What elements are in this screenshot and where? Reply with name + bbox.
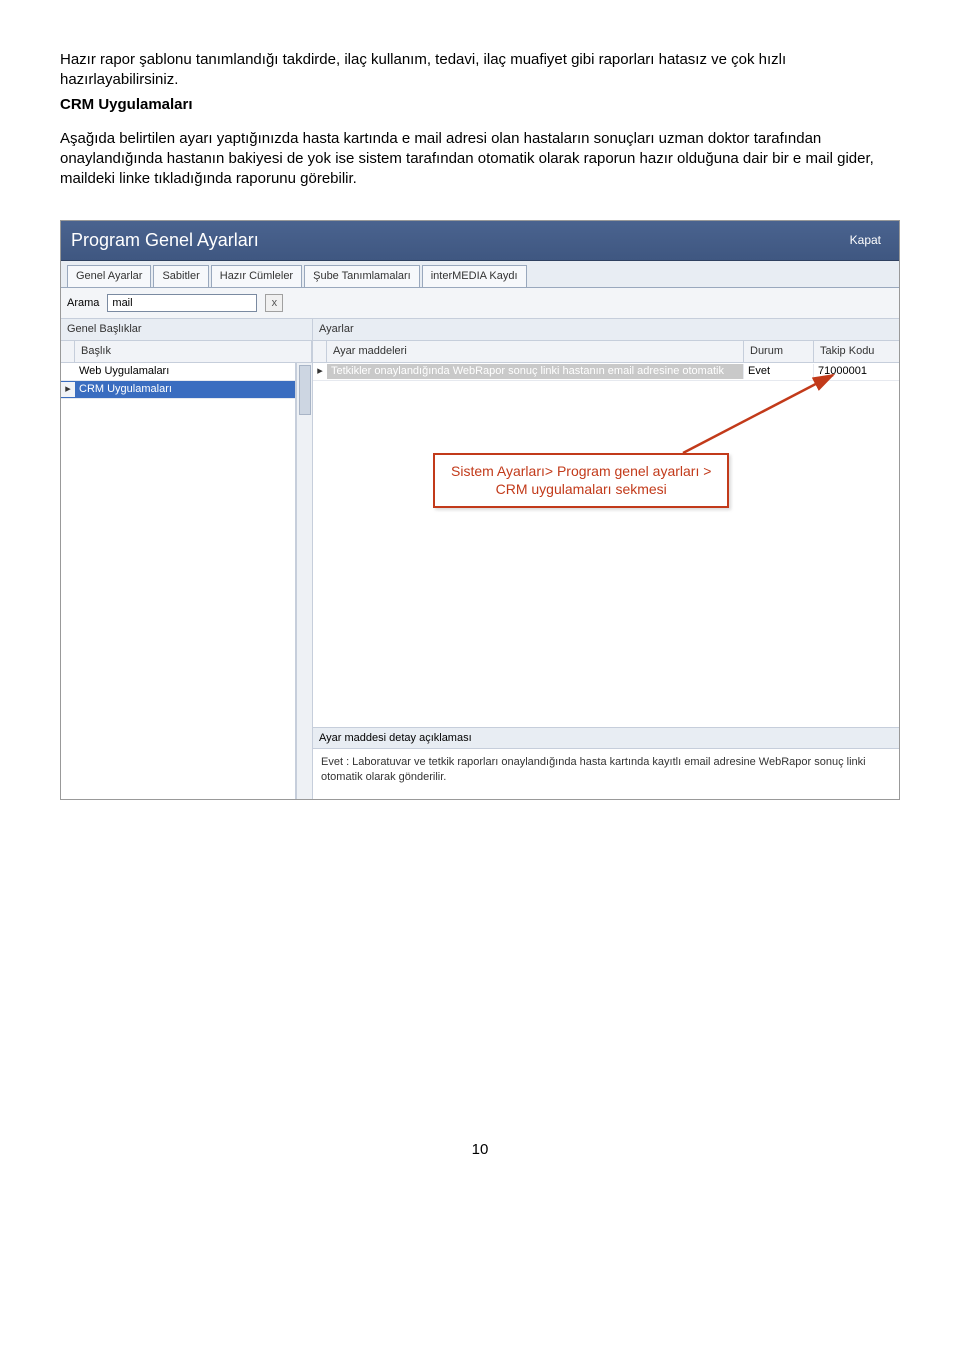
list-item-label: CRM Uygulamaları [75, 382, 295, 397]
paragraph-1: Hazır rapor şablonu tanımlandığı takdird… [60, 50, 900, 91]
document-body: Hazır rapor şablonu tanımlandığı takdird… [60, 50, 900, 190]
col-header-durum: Durum [744, 341, 814, 362]
annotation-callout: Sistem Ayarları> Program genel ayarları … [433, 453, 729, 508]
tab-hazir-cumleler[interactable]: Hazır Cümleler [211, 265, 302, 288]
tab-sube-tanimlamalari[interactable]: Şube Tanımlamaları [304, 265, 420, 288]
row-indicator-icon: ▸ [61, 382, 75, 397]
detail-panel-text: Evet : Laboratuvar ve tetkik raporları o… [313, 749, 899, 799]
left-panel-title: Genel Başlıklar [61, 319, 312, 341]
list-item-label: Web Uygulamaları [75, 364, 295, 379]
title-bar: Program Genel Ayarları Kapat [61, 221, 899, 261]
tab-bar: Genel Ayarlar Sabitler Hazır Cümleler Şu… [61, 261, 899, 289]
tab-genel-ayarlar[interactable]: Genel Ayarlar [67, 265, 151, 288]
right-grid-header: Ayar maddeleri Durum Takip Kodu [313, 341, 899, 363]
crm-heading: CRM Uygulamaları [60, 95, 900, 115]
tab-sabitler[interactable]: Sabitler [153, 265, 208, 288]
cell-takip-kodu: 71000001 [814, 364, 899, 379]
scrollbar-thumb[interactable] [299, 365, 311, 415]
list-item[interactable]: Web Uygulamaları [61, 363, 295, 381]
left-panel: Genel Başlıklar Başlık Web Uygulamaları … [61, 319, 313, 799]
paragraph-2: Aşağıda belirtilen ayarı yaptığınızda ha… [60, 129, 900, 190]
col-header-takip-kodu: Takip Kodu [814, 341, 899, 362]
search-row: Arama x [61, 288, 899, 319]
cell-ayar-maddeleri: Tetkikler onaylandığında WebRapor sonuç … [327, 364, 744, 379]
detail-panel-title: Ayar maddesi detay açıklaması [313, 728, 899, 750]
right-panel-title: Ayarlar [313, 319, 899, 341]
callout-line-2: CRM uygulamaları sekmesi [451, 481, 711, 499]
table-row[interactable]: ▸ Tetkikler onaylandığında WebRapor sonu… [313, 363, 899, 381]
search-label: Arama [67, 296, 99, 311]
clear-search-button[interactable]: x [265, 294, 283, 312]
search-input[interactable] [107, 294, 257, 312]
callout-line-1: Sistem Ayarları> Program genel ayarları … [451, 463, 711, 481]
page-number: 10 [60, 1140, 900, 1160]
window-title: Program Genel Ayarları [71, 228, 259, 252]
left-grid-body: Web Uygulamaları ▸ CRM Uygulamaları [61, 363, 312, 799]
close-button[interactable]: Kapat [842, 230, 889, 250]
col-header-ayar-maddeleri: Ayar maddeleri [327, 341, 744, 362]
left-grid-header: Başlık [61, 341, 312, 363]
detail-panel: Ayar maddesi detay açıklaması Evet : Lab… [313, 727, 899, 800]
row-indicator-icon: ▸ [313, 364, 327, 379]
list-item[interactable]: ▸ CRM Uygulamaları [61, 381, 295, 399]
right-grid-body: ▸ Tetkikler onaylandığında WebRapor sonu… [313, 363, 899, 726]
left-header-baslik: Başlık [75, 341, 312, 362]
scrollbar[interactable] [296, 363, 312, 799]
content-area: Genel Başlıklar Başlık Web Uygulamaları … [61, 319, 899, 799]
app-window: Program Genel Ayarları Kapat Genel Ayarl… [60, 220, 900, 801]
right-panel: Ayarlar Ayar maddeleri Durum Takip Kodu … [313, 319, 899, 799]
cell-durum: Evet [744, 364, 814, 379]
tab-intermedia-kaydi[interactable]: interMEDIA Kaydı [422, 265, 527, 288]
